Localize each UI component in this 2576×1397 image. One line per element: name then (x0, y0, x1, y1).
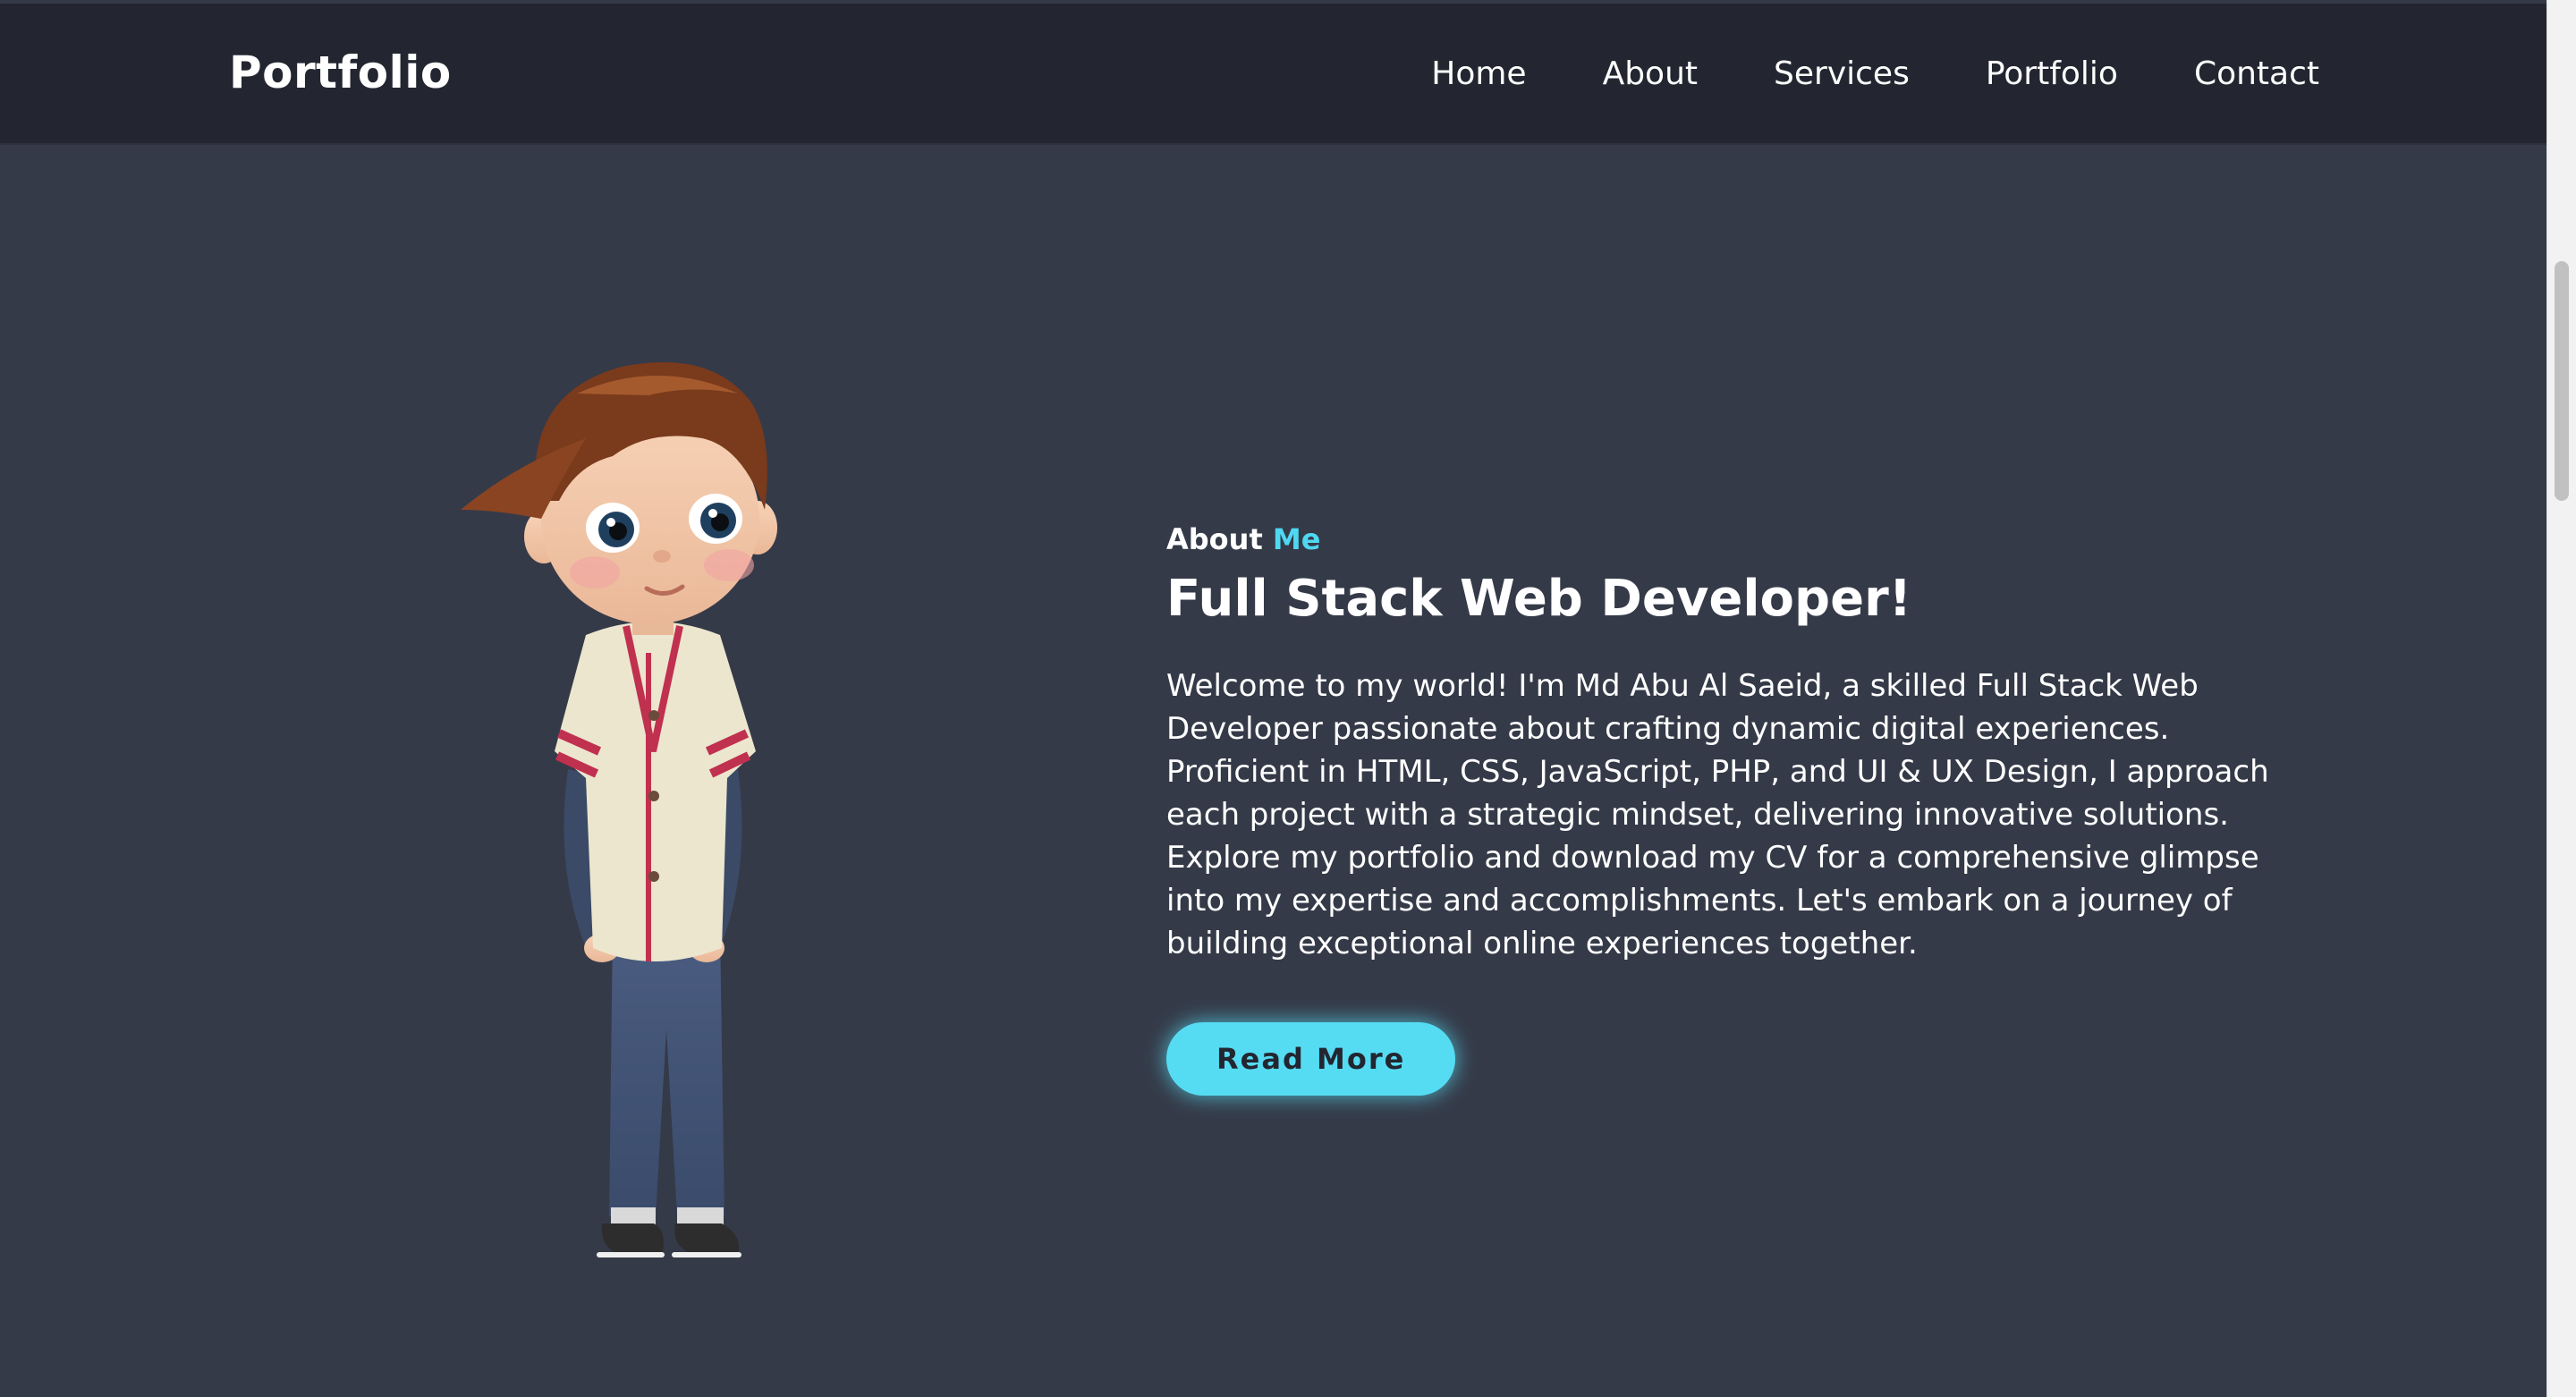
eyebrow-about-text: About (1166, 522, 1263, 556)
scrollbar-thumb[interactable] (2555, 261, 2569, 501)
brand-logo[interactable]: Portfolio (229, 47, 452, 98)
about-eyebrow: About Me (1166, 521, 2329, 557)
nav-contact[interactable]: Contact (2194, 55, 2319, 92)
boy-avatar-image (461, 362, 777, 1257)
page-viewport: Portfolio Home About Services Portfolio … (0, 0, 2547, 1397)
nav-services[interactable]: Services (1774, 55, 1910, 92)
about-section: About Me Full Stack Web Developer! Welco… (1166, 521, 2329, 1096)
main-nav: Home About Services Portfolio Contact (1431, 55, 2319, 92)
nav-portfolio[interactable]: Portfolio (1986, 55, 2118, 92)
nav-about[interactable]: About (1603, 55, 1698, 92)
eyebrow-me-text: Me (1272, 522, 1321, 556)
read-more-button[interactable]: Read More (1166, 1022, 1456, 1096)
nav-home[interactable]: Home (1431, 55, 1526, 92)
site-header: Portfolio Home About Services Portfolio … (0, 4, 2547, 143)
about-title: Full Stack Web Developer! (1166, 570, 1912, 628)
vertical-scrollbar[interactable] (2546, 0, 2576, 1397)
about-description: Welcome to my world! I'm Md Abu Al Saeid… (1166, 668, 2269, 961)
cartoon-boy-illustration (443, 331, 836, 1279)
